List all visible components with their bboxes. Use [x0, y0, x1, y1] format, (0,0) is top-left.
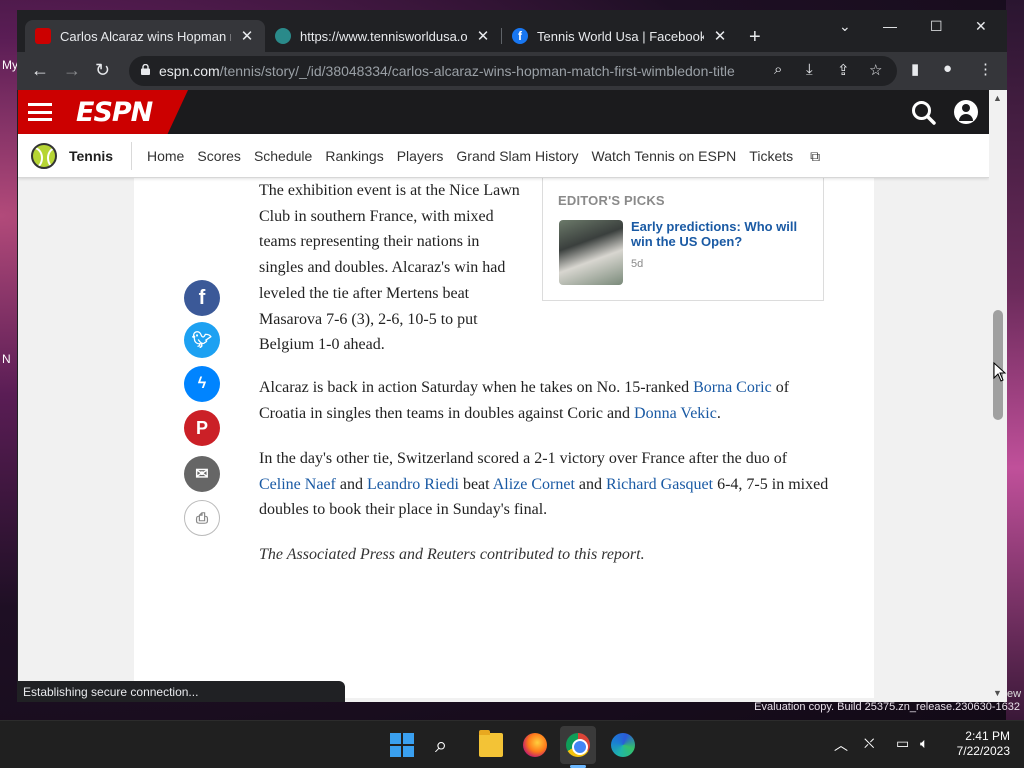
player-link-donna-vekic[interactable]: Donna Vekic	[634, 405, 717, 422]
desktop-wallpaper-strip	[1006, 0, 1024, 720]
editors-pick-age: 5d	[631, 258, 644, 270]
share-page-icon[interactable]: ⇪	[837, 61, 850, 79]
status-bubble: Establishing secure connection...	[18, 681, 345, 702]
player-link-celine-naef[interactable]: Celine Naef	[259, 476, 336, 493]
article-credit: The Associated Press and Reuters contrib…	[259, 546, 645, 563]
tennis-ball-icon	[31, 143, 57, 169]
close-window-icon[interactable]: ✕	[975, 18, 987, 35]
player-link-richard-gasquet[interactable]: Richard Gasquet	[606, 476, 713, 493]
nav-link-schedule[interactable]: Schedule	[254, 148, 312, 165]
volume-icon[interactable]: 🔈︎	[920, 735, 928, 752]
taskbar-search-icon[interactable]: ⌕	[435, 733, 459, 757]
close-tab-icon[interactable]: ✕	[712, 27, 728, 45]
install-app-icon[interactable]: ⤓	[806, 61, 813, 78]
paragraph: In the day's other tie, Switzerland scor…	[259, 450, 829, 519]
close-tab-icon[interactable]: ✕	[239, 27, 255, 45]
evaluation-watermark: Evaluation copy. Build 25375.zn_release.…	[754, 701, 1020, 713]
nav-link-tickets[interactable]: Tickets ⧉	[749, 148, 833, 165]
minimize-icon[interactable]: —	[883, 18, 897, 34]
player-link-alize-cornet[interactable]: Alize Cornet	[493, 476, 575, 493]
new-tab-icon[interactable]: +	[749, 26, 761, 49]
desktop-text: ew	[1007, 688, 1022, 700]
twitter-icon[interactable]: 🐦︎	[184, 322, 220, 358]
clock-date: 7/22/2023	[956, 744, 1010, 758]
subnav-divider	[131, 142, 132, 170]
facebook-favicon-icon: f	[512, 28, 528, 44]
nav-link-home[interactable]: Home	[147, 148, 184, 165]
nav-link-rankings[interactable]: Rankings	[325, 148, 383, 165]
tab-title: https://www.tennisworldusa.org/	[300, 28, 467, 44]
maximize-icon[interactable]: ☐	[930, 18, 943, 35]
espn-header: ESPN	[18, 90, 989, 134]
player-link-leandro-riedi[interactable]: Leandro Riedi	[367, 476, 459, 493]
back-arrow-icon[interactable]: ←	[31, 60, 49, 81]
firefox-icon[interactable]	[523, 733, 547, 757]
system-clock[interactable]: 2:41 PM 7/22/2023	[944, 729, 1010, 759]
tennis-subnav: Tennis Home Scores Schedule Rankings Pla…	[18, 134, 989, 178]
espn-favicon-icon	[35, 28, 51, 44]
edge-icon[interactable]	[611, 733, 635, 757]
network-off-icon[interactable]: ⛌	[864, 735, 874, 752]
messenger-icon[interactable]: ϟ	[184, 366, 220, 402]
pinterest-icon[interactable]: P	[184, 410, 220, 446]
desktop-icon-label[interactable]: N	[2, 352, 11, 366]
espn-logo[interactable]: ESPN	[76, 97, 153, 128]
globe-favicon-icon	[275, 28, 291, 44]
nav-link-grand-slam-history[interactable]: Grand Slam History	[456, 148, 578, 165]
player-link-borna-coric[interactable]: Borna Coric	[693, 379, 772, 396]
paragraph: Alcaraz is back in action Saturday when …	[259, 379, 790, 422]
sport-title[interactable]: Tennis	[69, 148, 113, 164]
reload-icon[interactable]: ↻	[95, 60, 110, 81]
external-link-icon: ⧉	[810, 148, 821, 164]
hamburger-menu-icon[interactable]	[28, 103, 52, 121]
tab-tennisworldusa[interactable]: https://www.tennisworldusa.org/ ✕	[265, 20, 501, 52]
tab-espn[interactable]: Carlos Alcaraz wins Hopman match ✕	[25, 20, 265, 52]
editors-pick-thumbnail[interactable]	[559, 220, 623, 285]
lock-icon	[141, 64, 150, 75]
zoom-search-icon[interactable]: ⌕	[774, 61, 782, 78]
profile-icon[interactable]: ●	[943, 60, 952, 77]
taskbar: ⌕ ︿ ⛌ ▭ 🔈︎ 2:41 PM 7/22/2023	[0, 720, 1024, 768]
tab-search-chevron-icon[interactable]: ⌄	[839, 18, 851, 35]
browser-window: Carlos Alcaraz wins Hopman match ✕ https…	[17, 10, 1007, 702]
page-scrollbar[interactable]: ▲ ▼	[989, 90, 1007, 702]
address-bar[interactable]: espn.com/tennis/story/_/id/38048334/carl…	[129, 56, 897, 86]
windows-start-icon[interactable]	[390, 733, 414, 757]
user-account-icon[interactable]	[954, 100, 978, 124]
side-panel-icon[interactable]: ▮	[911, 60, 919, 78]
tab-title: Tennis World Usa | Facebook	[537, 28, 704, 44]
url-text: espn.com/tennis/story/_/id/38048334/carl…	[159, 63, 735, 79]
close-tab-icon[interactable]: ✕	[475, 27, 491, 45]
paragraph: The exhibition event is at the Nice Lawn…	[259, 182, 520, 354]
search-icon[interactable]	[911, 100, 937, 126]
subnav-links: Home Scores Schedule Rankings Players Gr…	[147, 148, 846, 165]
bookmark-star-icon[interactable]: ☆	[869, 61, 882, 79]
editors-picks-heading: EDITOR'S PICKS	[558, 193, 665, 208]
tray-chevron-up-icon[interactable]: ︿	[834, 735, 848, 755]
forward-arrow-icon[interactable]: →	[63, 60, 81, 81]
desktop-icon-label[interactable]: My	[2, 58, 18, 72]
article-body: The exhibition event is at the Nice Lawn…	[134, 178, 874, 698]
chrome-icon[interactable]	[566, 733, 590, 757]
nav-link-scores[interactable]: Scores	[197, 148, 241, 165]
file-explorer-icon[interactable]	[479, 730, 503, 757]
display-icon[interactable]: ▭	[896, 735, 909, 752]
clock-time: 2:41 PM	[965, 729, 1010, 743]
scroll-down-icon[interactable]: ▼	[993, 688, 1002, 698]
mouse-cursor-icon	[993, 362, 1007, 382]
tab-facebook[interactable]: f Tennis World Usa | Facebook ✕	[502, 20, 738, 52]
facebook-icon[interactable]: f	[184, 280, 220, 316]
nav-link-players[interactable]: Players	[397, 148, 444, 165]
tab-title: Carlos Alcaraz wins Hopman match	[60, 28, 231, 44]
print-icon[interactable]: ⎙	[184, 500, 220, 536]
editors-picks-box: EDITOR'S PICKS Early predictions: Who wi…	[542, 178, 824, 301]
email-icon[interactable]: ✉	[184, 456, 220, 492]
menu-kebab-icon[interactable]: ⋮	[978, 60, 993, 78]
editors-pick-link[interactable]: Early predictions: Who will win the US O…	[631, 219, 811, 249]
tab-strip: Carlos Alcaraz wins Hopman match ✕ https…	[17, 10, 1007, 52]
page-viewport: ESPN Tennis Home Scores Schedule Ranking…	[18, 90, 989, 702]
scroll-up-icon[interactable]: ▲	[993, 93, 1002, 103]
nav-link-watch-tennis[interactable]: Watch Tennis on ESPN	[592, 148, 737, 165]
browser-toolbar: ← → ↻ espn.com/tennis/story/_/id/3804833…	[17, 52, 1007, 90]
